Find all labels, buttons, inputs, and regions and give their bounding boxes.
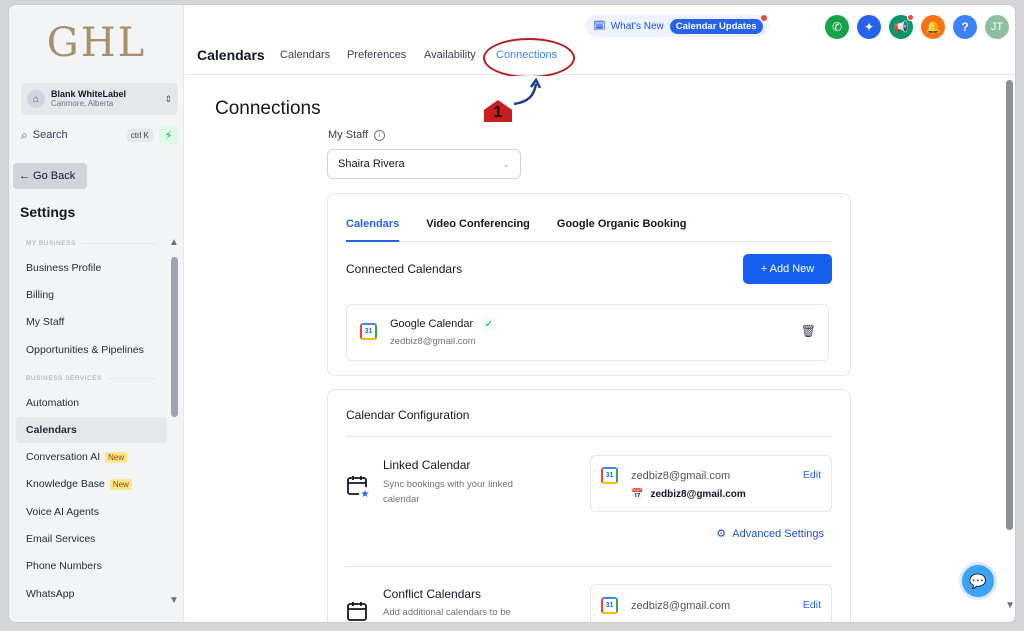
conflict-calendars-title: Conflict Calendars xyxy=(383,587,482,601)
annotation-arrow-icon xyxy=(513,78,542,106)
search-shortcut: ctrl K xyxy=(126,128,153,142)
page-title: Connections xyxy=(215,98,321,119)
section-business-services: BUSINESS SERVICES xyxy=(26,375,156,382)
connected-calendar-item: 31 Google Calendar ✓ zedbiz8@gmail.com 🗑 xyxy=(346,304,829,361)
divider xyxy=(346,566,832,567)
scroll-down-arrow-icon[interactable]: ▼ xyxy=(169,595,179,606)
search-label: Search xyxy=(32,129,68,141)
info-icon[interactable]: i xyxy=(374,129,386,141)
conflict-calendars-description: Add additional calendars to be xyxy=(383,607,511,618)
conflict-account-email: zedbiz8@gmail.com xyxy=(631,600,731,612)
linked-calendar-box: 31 zedbiz8@gmail.com Edit 📅 zedbiz8@gmai… xyxy=(590,455,832,512)
check-icon: ✓ xyxy=(482,317,496,331)
section-my-business: MY BUSINESS xyxy=(26,240,156,247)
google-calendar-icon: 31 xyxy=(601,467,618,484)
settings-heading: Settings xyxy=(20,204,76,220)
account-switcher[interactable]: ⌂ Blank WhiteLabel Canmore, Alberta ⇕ xyxy=(21,83,178,115)
main-content: Connections 1 My Staff i Shaira Rivera ⌄… xyxy=(185,76,1015,622)
staff-selected-value: Shaira Rivera xyxy=(338,158,405,170)
location-icon: ⌂ xyxy=(27,90,45,108)
calendar-configuration-card: Calendar Configuration ★ Linked Calendar… xyxy=(327,389,851,622)
avatar[interactable]: JT xyxy=(985,15,1009,39)
sidebar-item-automation[interactable]: Automation xyxy=(16,390,167,416)
main-scrollbar[interactable] xyxy=(1006,80,1013,530)
magic-wand-icon[interactable]: ✦ xyxy=(857,15,881,39)
lightning-icon[interactable]: ⚡ xyxy=(159,126,178,145)
calendar-name: Google Calendar xyxy=(390,318,474,330)
sidebar-scrollbar[interactable] xyxy=(171,257,178,417)
sidebar-item-business-profile[interactable]: Business Profile xyxy=(16,255,167,281)
calendar-conflict-icon xyxy=(347,602,367,621)
sidebar-item-calendars[interactable]: Calendars xyxy=(16,417,167,443)
tab-calendars-connection[interactable]: Calendars xyxy=(346,218,400,242)
google-calendar-icon: 31 xyxy=(601,597,618,614)
sidebar-item-knowledge-base[interactable]: Knowledge Base New xyxy=(16,471,167,497)
chevron-down-icon: ⌄ xyxy=(502,158,510,169)
sidebar-item-conversation-ai[interactable]: Conversation AI New xyxy=(16,444,167,470)
trash-icon[interactable]: 🗑 xyxy=(801,324,816,338)
linked-calendar-title: Linked Calendar xyxy=(383,458,471,472)
calendar-email: zedbiz8@gmail.com xyxy=(390,336,476,347)
sidebar-item-opportunities[interactable]: Opportunities & Pipelines xyxy=(16,337,167,363)
tab-calendars[interactable]: Calendars xyxy=(280,49,330,61)
tab-google-organic-booking[interactable]: Google Organic Booking xyxy=(557,218,687,242)
phone-icon[interactable]: ✆ xyxy=(825,15,849,39)
edit-conflict-button[interactable]: Edit xyxy=(803,599,821,611)
calendar-icon: 📅 xyxy=(631,489,644,500)
google-calendar-icon: 31 xyxy=(360,323,377,340)
connected-calendars-heading: Connected Calendars xyxy=(346,262,463,276)
chevron-updown-icon: ⇕ xyxy=(164,93,172,104)
search-input[interactable]: ⌕ Search ctrl K xyxy=(21,125,153,145)
advanced-settings-link[interactable]: ⚙ Advanced Settings xyxy=(716,527,824,540)
linked-calendar-email: 📅 zedbiz8@gmail.com xyxy=(631,489,746,500)
svg-text:★: ★ xyxy=(361,489,370,500)
sidebar-item-voice-ai-agents[interactable]: Voice AI Agents xyxy=(16,499,167,525)
megaphone-icon[interactable]: 📢 xyxy=(889,14,914,39)
connection-tabs: Calendars Video Conferencing Google Orga… xyxy=(346,218,832,242)
annotation-circle xyxy=(483,38,575,78)
staff-select[interactable]: Shaira Rivera ⌄ xyxy=(327,149,521,179)
sidebar-item-whatsapp[interactable]: WhatsApp xyxy=(16,581,167,607)
app-window: GHL ⌂ Blank WhiteLabel Canmore, Alberta … xyxy=(8,4,1016,623)
my-staff-label: My Staff i xyxy=(328,129,386,141)
conflict-calendar-box: 31 zedbiz8@gmail.com Edit xyxy=(590,584,832,622)
tab-video-conferencing[interactable]: Video Conferencing xyxy=(426,218,530,242)
tab-preferences[interactable]: Preferences xyxy=(347,49,406,61)
top-header: Calendars Calendars Preferences Availabi… xyxy=(185,5,1015,78)
help-icon[interactable]: ? xyxy=(953,15,977,39)
new-badge: New xyxy=(109,478,132,490)
calendar-updates-pill[interactable]: Calendar Updates xyxy=(669,18,763,34)
page-section-title: Calendars xyxy=(197,47,265,63)
tab-availability[interactable]: Availability xyxy=(424,49,476,61)
linked-account-email: zedbiz8@gmail.com xyxy=(631,470,731,482)
sidebar-item-phone-numbers[interactable]: Phone Numbers xyxy=(16,553,167,579)
sidebar-item-email-services[interactable]: Email Services xyxy=(16,526,167,552)
gear-icon: ⚙ xyxy=(716,528,727,540)
chat-widget-icon[interactable]: 💬 xyxy=(959,562,997,600)
calendar-star-icon: ★ xyxy=(347,476,371,500)
brand-logo[interactable]: GHL xyxy=(9,5,184,81)
connected-calendars-card: Calendars Video Conferencing Google Orga… xyxy=(327,193,851,376)
bell-icon[interactable]: 🔔 xyxy=(921,15,945,39)
linked-calendar-description: Sync bookings with your linked calendar xyxy=(383,479,513,505)
new-badge: New xyxy=(105,451,128,463)
sidebar-item-my-staff[interactable]: My Staff xyxy=(16,309,167,335)
add-new-button[interactable]: + Add New xyxy=(743,254,832,284)
scroll-down-arrow-icon[interactable]: ▼ xyxy=(1005,600,1015,611)
account-location: Canmore, Alberta xyxy=(51,98,114,108)
whats-new-button[interactable]: 🗓 What's New Calendar Updates xyxy=(585,15,769,37)
notification-dot xyxy=(761,15,767,21)
edit-linked-button[interactable]: Edit xyxy=(803,469,821,481)
divider xyxy=(346,436,832,437)
go-back-button[interactable]: ← Go Back xyxy=(13,163,87,189)
calendar-news-icon: 🗓 xyxy=(593,20,606,32)
scroll-up-arrow-icon[interactable]: ▲ xyxy=(169,237,179,248)
sidebar: GHL ⌂ Blank WhiteLabel Canmore, Alberta … xyxy=(9,5,184,622)
search-icon: ⌕ xyxy=(21,127,28,142)
whats-new-label: What's New xyxy=(610,20,664,32)
calendar-configuration-heading: Calendar Configuration xyxy=(346,408,470,422)
sidebar-item-billing[interactable]: Billing xyxy=(16,282,167,308)
